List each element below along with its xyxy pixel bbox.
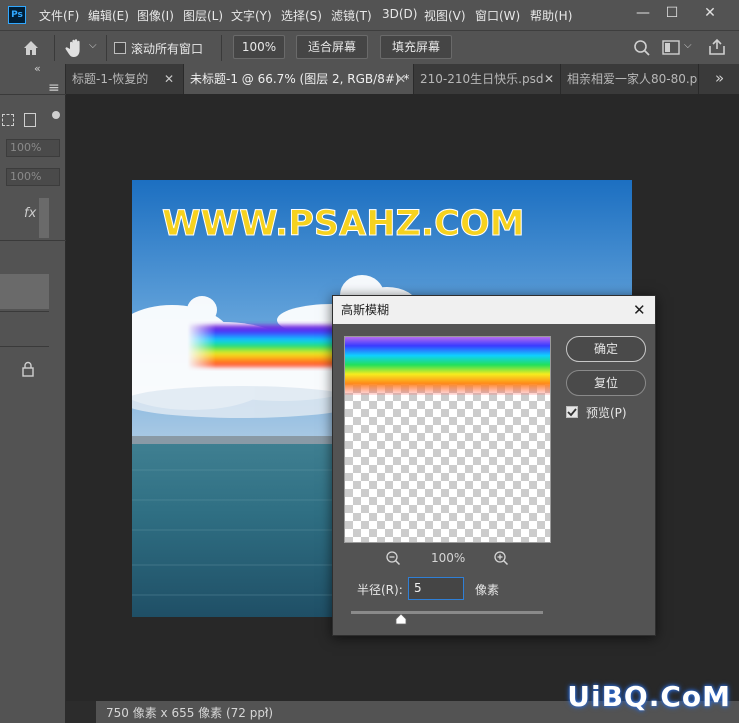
gaussian-blur-dialog: 高斯模糊 ✕ 确定 复位 预览(P) 100% 半径(R): 5 像素 (332, 295, 656, 636)
divider (0, 311, 49, 312)
tab-label: 标题-1-恢复的 (72, 72, 149, 86)
tab-label: 相亲相爱一家人80-80.p (567, 72, 698, 86)
document-tab-bar: 标题-1-恢复的 ✕ 未标题-1 @ 66.7% (图层 2, RGB/8#) … (66, 64, 739, 94)
tab-label: 未标题-1 @ 66.7% (图层 2, RGB/8#) * (190, 72, 410, 86)
divider (106, 35, 107, 61)
fit-screen-button[interactable]: 适合屏幕 (296, 35, 368, 59)
preview-label: 预览(P) (586, 406, 627, 420)
collapse-icon[interactable]: « (34, 62, 41, 75)
menu-layer[interactable]: 图层(L) (183, 7, 223, 24)
close-icon[interactable]: ✕ (633, 301, 646, 319)
divider (0, 240, 66, 241)
tab-untitled-1[interactable]: 未标题-1 @ 66.7% (图层 2, RGB/8#) * ✕ (184, 64, 414, 94)
menu-window[interactable]: 窗口(W) (475, 7, 520, 24)
radius-unit: 像素 (475, 583, 500, 597)
left-panel: « ≡ 100% 100% fx ⌃ (0, 62, 66, 723)
hand-tool-icon[interactable] (65, 37, 85, 59)
divider (221, 35, 222, 61)
fill-screen-button[interactable]: 填充屏幕 (380, 35, 452, 59)
zoom-in-icon[interactable] (493, 550, 509, 566)
menu-view[interactable]: 视图(V) (424, 7, 466, 24)
radius-label: 半径(R): (357, 583, 403, 597)
scroll-all-checkbox[interactable] (114, 42, 126, 54)
ok-button[interactable]: 确定 (566, 336, 646, 362)
close-window-button[interactable]: ✕ (697, 2, 723, 24)
fill-field[interactable]: 100% (6, 168, 60, 186)
menu-3d[interactable]: 3D(D) (382, 7, 417, 21)
lock-transparent-icon[interactable] (2, 114, 14, 126)
lock-icon (21, 361, 35, 377)
preview-checkbox[interactable] (566, 406, 578, 418)
watermark: UiBQ.CoM (567, 680, 731, 713)
close-icon[interactable]: ✕ (164, 64, 174, 94)
opacity-field[interactable]: 100% (6, 139, 60, 157)
maximize-button[interactable]: ☐ (659, 2, 685, 24)
fx-icon[interactable]: fx (24, 206, 36, 221)
tab-recovered[interactable]: 标题-1-恢复的 ✕ (66, 64, 184, 94)
scrollbar[interactable] (39, 198, 49, 238)
reset-button[interactable]: 复位 (566, 370, 646, 396)
zoom-out-icon[interactable] (385, 550, 401, 566)
dot-icon (52, 111, 60, 119)
radius-input[interactable]: 5 (408, 577, 464, 600)
divider (0, 94, 66, 95)
menu-select[interactable]: 选择(S) (281, 7, 322, 24)
workspace-icon[interactable] (662, 40, 680, 56)
zoom-100-button[interactable]: 100% (233, 35, 285, 59)
home-icon[interactable] (21, 38, 41, 58)
document-info: 750 像素 x 655 像素 (72 ppi) (106, 706, 273, 720)
photoshop-logo-icon: Ps (8, 6, 26, 24)
search-icon[interactable] (633, 39, 651, 57)
divider (54, 35, 55, 61)
chevron-down-icon[interactable]: ⌵ (684, 40, 692, 51)
preview-rainbow (345, 337, 550, 395)
tab-family[interactable]: 相亲相爱一家人80-80.p (561, 64, 699, 94)
divider (0, 346, 49, 347)
layer-row-selected[interactable] (0, 274, 49, 309)
menu-bar: Ps 文件(F) 编辑(E) 图像(I) 图层(L) 文字(Y) 选择(S) 滤… (0, 0, 739, 30)
tab-label: 210-210生日快乐.psd (420, 72, 544, 86)
menu-help[interactable]: 帮助(H) (530, 7, 572, 24)
menu-edit[interactable]: 编辑(E) (88, 7, 129, 24)
minimize-button[interactable]: — (630, 2, 656, 24)
lock-pixels-icon[interactable] (24, 113, 36, 127)
tab-birthday-psd[interactable]: 210-210生日快乐.psd ✕ (414, 64, 561, 94)
close-icon[interactable]: ✕ (544, 64, 554, 94)
menu-file[interactable]: 文件(F) (39, 7, 79, 24)
scroll-all-label: 滚动所有窗口 (131, 42, 204, 56)
share-icon[interactable] (708, 38, 726, 56)
menu-filter[interactable]: 滤镜(T) (331, 7, 372, 24)
close-icon[interactable]: ✕ (396, 64, 406, 94)
options-bar: ⌵ 滚动所有窗口 100% 适合屏幕 填充屏幕 ⌵ (0, 30, 739, 64)
dialog-title: 高斯模糊 (333, 296, 655, 324)
preview-zoom-value: 100% (431, 551, 466, 565)
status-arrow-icon[interactable]: › (264, 703, 269, 718)
radius-slider-thumb[interactable] (395, 613, 407, 625)
filter-preview[interactable] (344, 336, 551, 543)
menu-type[interactable]: 文字(Y) (231, 7, 272, 24)
status-swatch (66, 701, 96, 723)
chevron-down-icon[interactable]: ⌵ (89, 40, 97, 51)
headline-text: WWW.PSAHZ.COM (162, 204, 524, 244)
radius-slider-track[interactable] (351, 611, 543, 614)
tab-overflow-icon[interactable]: » (715, 69, 724, 87)
menu-image[interactable]: 图像(I) (137, 7, 174, 24)
